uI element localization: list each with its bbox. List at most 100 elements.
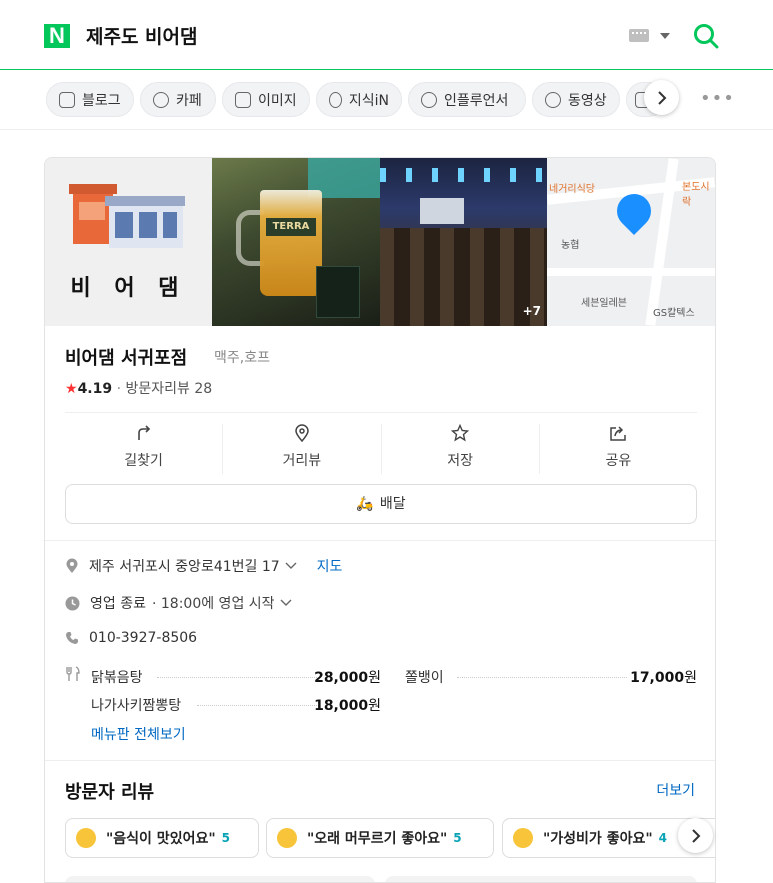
map-label: 네거리식당: [549, 184, 595, 195]
action-label: 길찾기: [124, 453, 163, 469]
tab-label: 지식iN: [348, 92, 389, 109]
tab-image[interactable]: 이미지: [222, 82, 310, 117]
divider: [45, 760, 715, 761]
tab-label: 카페: [176, 92, 202, 109]
photo-interior[interactable]: +7: [380, 158, 547, 326]
search-query[interactable]: 제주도 비어댐: [86, 22, 198, 49]
beer-glass: [260, 190, 322, 296]
divider: [45, 540, 715, 541]
rating-value: 4.19: [77, 381, 113, 397]
action-label: 저장: [447, 453, 473, 469]
menu-item-name: 쫄뱅이: [405, 670, 444, 686]
delivery-icon: 🛵: [356, 496, 374, 512]
star-outline-icon: [451, 424, 470, 442]
tabs-next-button[interactable]: [644, 80, 679, 115]
price-unit: 원: [368, 670, 381, 686]
price-value: 28,000: [314, 670, 369, 686]
map-label: 세븐일레븐: [581, 298, 627, 309]
tab-cafe[interactable]: 카페: [140, 82, 216, 117]
map-label: 본도시락: [682, 182, 710, 208]
directions-icon: [137, 425, 150, 440]
smile-emoji-icon: [76, 828, 96, 848]
star-icon: ★: [65, 381, 78, 397]
beer-label: TERRA: [266, 218, 316, 236]
menu-item-price: 28,000원: [285, 667, 381, 687]
map-road: [547, 268, 715, 276]
storefront-illustration: [69, 184, 185, 248]
streetview-button[interactable]: 거리뷰: [223, 424, 382, 474]
tab-blog[interactable]: 블로그: [46, 82, 134, 117]
tab-kin[interactable]: 지식iN: [316, 82, 402, 117]
menu-full-link[interactable]: 메뉴판 전체보기: [91, 724, 186, 744]
address-text[interactable]: 제주 서귀포시 중앙로41번길 17: [89, 556, 280, 576]
place-name[interactable]: 비어댐 서귀포점: [65, 344, 187, 370]
save-button[interactable]: 저장: [382, 424, 540, 474]
menu-item-name: 나가사키짬뽕탕: [91, 698, 182, 714]
video-icon: [545, 91, 561, 108]
location-pin-icon: [66, 558, 78, 573]
beer-box: [316, 266, 360, 318]
chevron-right-icon: [691, 828, 700, 843]
menu-utensils-icon: [66, 666, 80, 681]
delivery-label: 배달: [379, 496, 406, 512]
tab-label: 인플루언서: [444, 92, 509, 109]
divider: [65, 412, 697, 413]
business-hours[interactable]: · 18:00에 영업 시작: [152, 593, 275, 613]
review-count-link[interactable]: 방문자리뷰 28: [125, 381, 212, 397]
share-icon: [610, 426, 627, 441]
cafe-icon: [153, 91, 169, 108]
keyword-text: "가성비가 좋아요": [543, 831, 653, 847]
delivery-button[interactable]: 🛵 배달: [65, 484, 697, 524]
more-options-icon[interactable]: •••: [700, 90, 735, 108]
address-row: 제주 서귀포시 중앙로41번길 17 지도: [65, 556, 342, 576]
chevron-down-icon[interactable]: [280, 599, 292, 607]
keyboard-icon[interactable]: [629, 29, 649, 42]
review-keyword-chip[interactable]: "오래 머무르기 좋아요" 5: [266, 818, 494, 858]
price-value: 17,000: [630, 670, 685, 686]
price-unit: 원: [684, 670, 697, 686]
action-label: 공유: [605, 453, 632, 469]
phone-number[interactable]: 010-3927-8506: [89, 630, 197, 646]
influencer-icon: [421, 91, 437, 108]
search-icon[interactable]: [693, 23, 719, 49]
keyword-text: "음식이 맛있어요": [106, 831, 216, 847]
chevron-down-icon[interactable]: [660, 33, 670, 39]
place-card: 비 어 댐 TERRA +7 네거리식당 본도시락 농협 세븐일레븐 GS칼텍스: [44, 157, 716, 883]
action-label: 거리뷰: [282, 453, 322, 469]
business-status: 영업 종료: [90, 596, 146, 612]
share-button[interactable]: 공유: [540, 424, 697, 474]
chevron-down-icon[interactable]: [285, 562, 297, 570]
photo-beer[interactable]: TERRA: [212, 158, 380, 326]
hours-row: 영업 종료 · 18:00에 영업 시작: [65, 593, 302, 613]
review-card-preview[interactable]: [65, 876, 375, 882]
tab-influencer[interactable]: 인플루언서: [408, 82, 526, 117]
photo-strip: 비 어 댐 TERRA +7 네거리식당 본도시락 농협 세븐일레븐 GS칼텍스: [45, 158, 715, 326]
naver-logo[interactable]: N: [44, 24, 70, 48]
crown-emoji-icon: [277, 828, 297, 848]
photo-map[interactable]: 네거리식당 본도시락 농협 세븐일레븐 GS칼텍스: [547, 158, 715, 326]
review-more-link[interactable]: 더보기: [656, 780, 695, 800]
search-header: N 제주도 비어댐: [0, 0, 773, 70]
price-unit: 원: [368, 698, 381, 714]
logo-text: 비 어 댐: [70, 276, 187, 301]
action-bar: 길찾기 거리뷰 저장 공유: [65, 424, 697, 474]
map-label: GS칼텍스: [653, 308, 695, 319]
photo-logo[interactable]: 비 어 댐: [45, 158, 212, 326]
review-card-preview[interactable]: [385, 876, 697, 882]
directions-button[interactable]: 길찾기: [65, 424, 224, 474]
place-category: 맥주,호프: [214, 350, 270, 366]
phone-icon: [66, 632, 78, 644]
chevron-right-icon: [657, 90, 666, 105]
price-value: 18,000: [314, 698, 369, 714]
blog-icon: [59, 91, 75, 108]
more-photos-count[interactable]: +7: [523, 304, 541, 318]
menu-item-price: 17,000원: [601, 667, 697, 687]
tab-label: 이미지: [258, 92, 297, 109]
map-link[interactable]: 지도: [317, 556, 343, 576]
review-keyword-chip[interactable]: "음식이 맛있어요" 5: [65, 818, 259, 858]
ceiling-lights: [380, 168, 547, 182]
menu-item-price: 18,000원: [285, 695, 381, 715]
tab-video[interactable]: 동영상: [532, 82, 620, 117]
clock-icon: [65, 596, 80, 610]
keywords-next-button[interactable]: [678, 818, 713, 853]
